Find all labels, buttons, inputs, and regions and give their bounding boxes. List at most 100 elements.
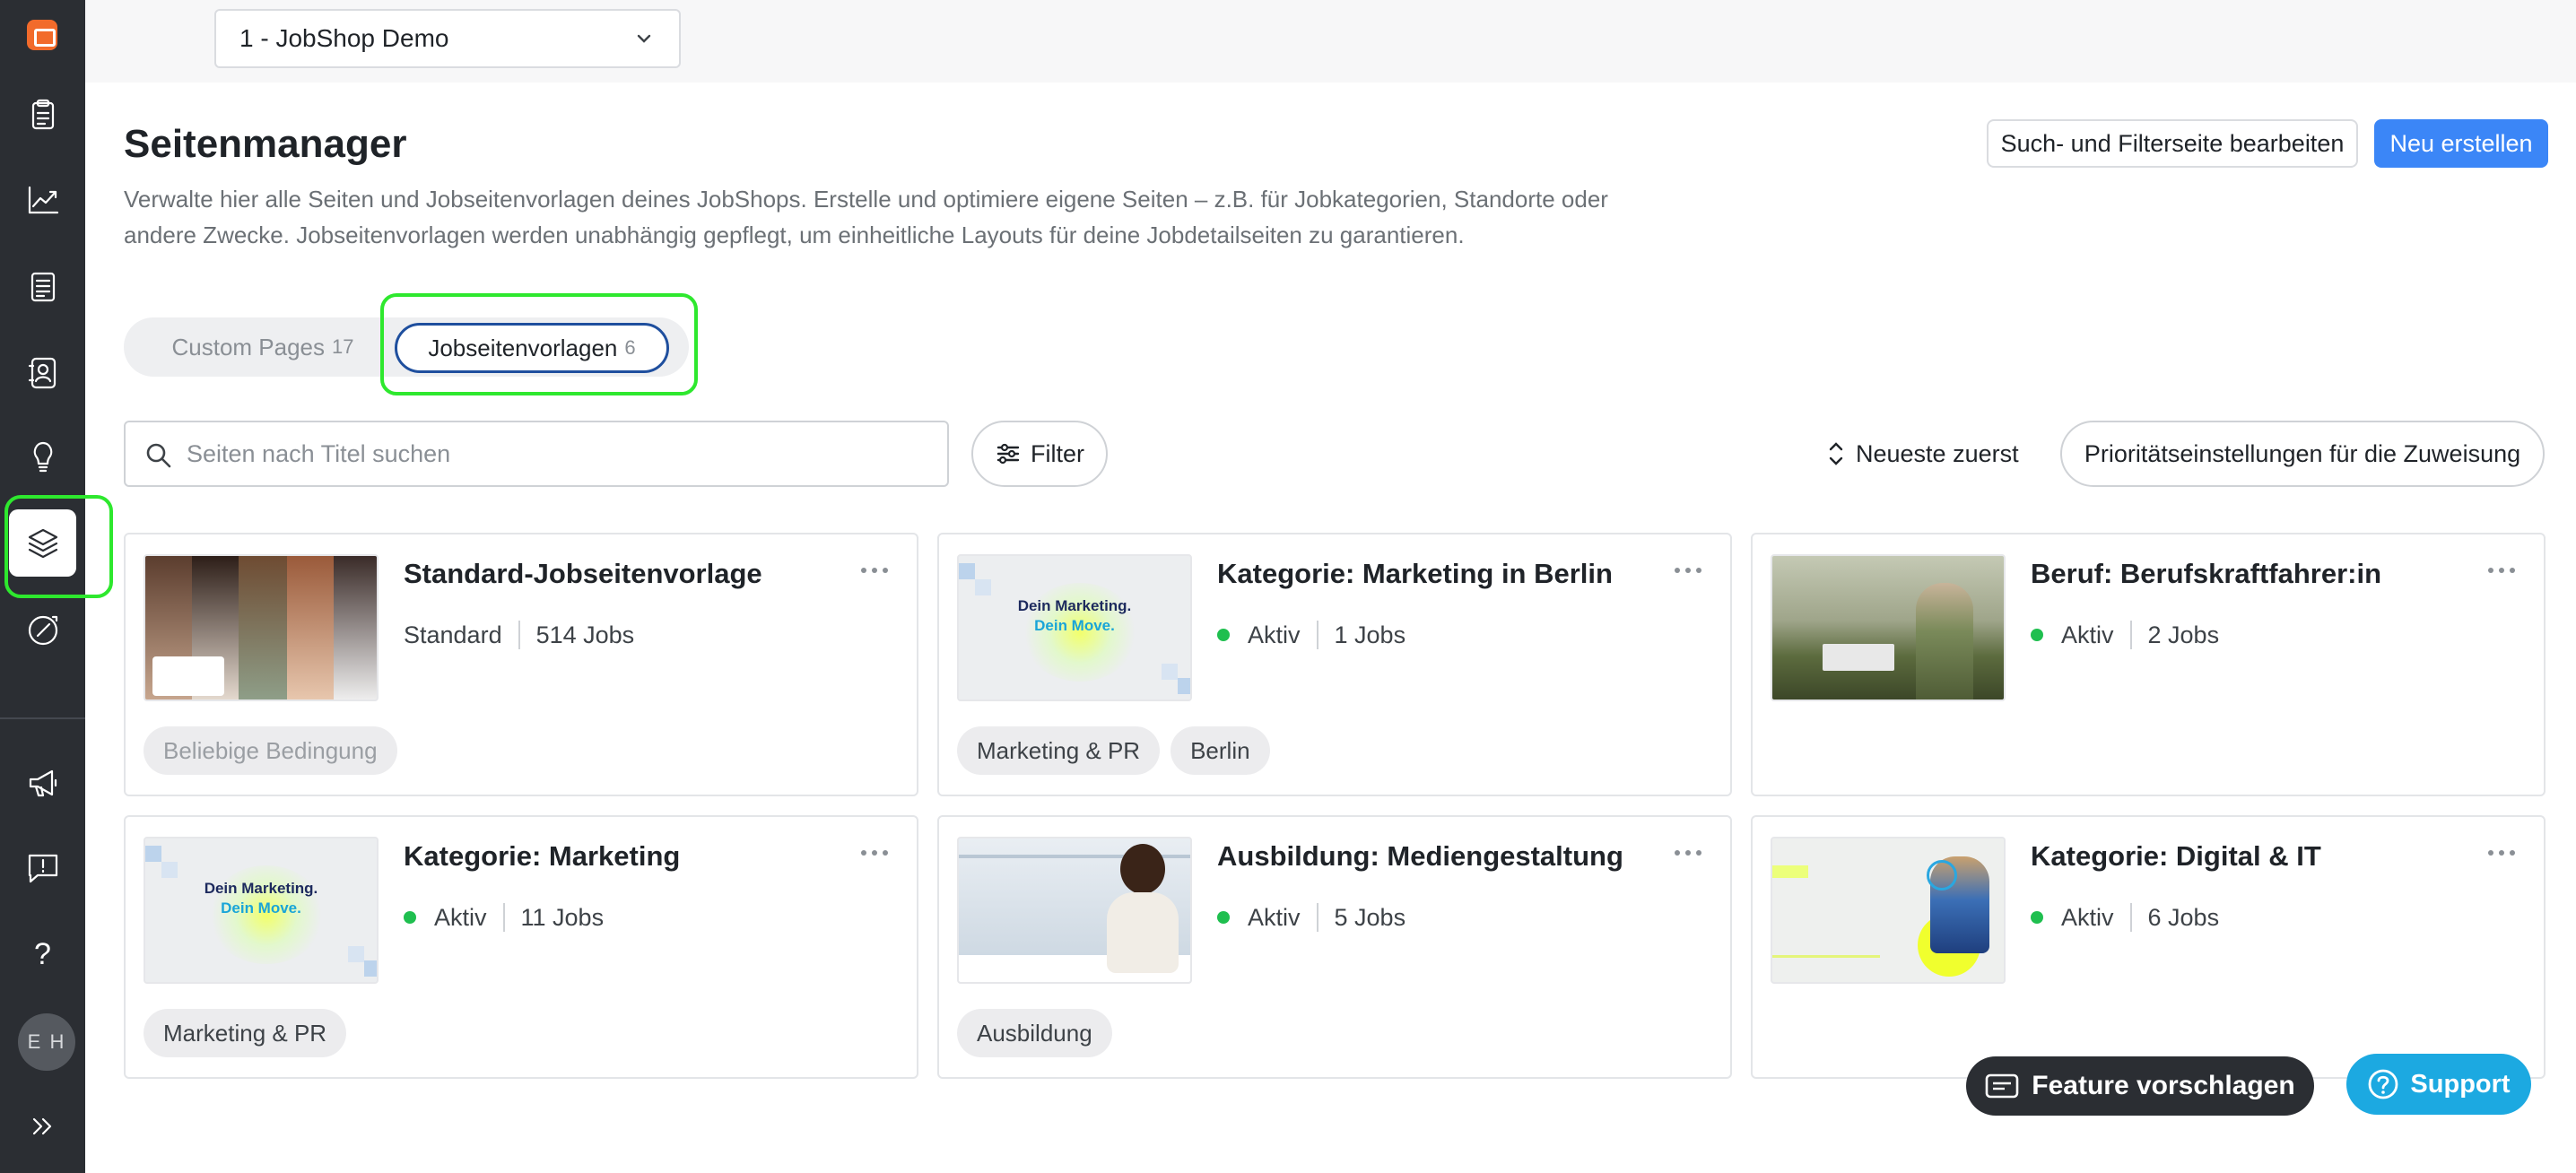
card-jobs-count: 5 Jobs (1334, 903, 1406, 931)
template-card[interactable]: Kategorie: Digital & IT Aktiv 6 Jobs (1751, 815, 2546, 1079)
active-status-dot (404, 911, 416, 924)
tab-jobseitenvorlagen[interactable]: Jobseitenvorlagen 6 (395, 323, 669, 373)
category-chip: Marketing & PR (144, 1009, 347, 1057)
condition-chip: Beliebige Bedingung (144, 726, 397, 775)
page-description: Verwalte hier alle Seiten und Jobseitenv… (124, 186, 1608, 248)
card-title: Kategorie: Marketing in Berlin (1217, 558, 1613, 589)
card-chips: Ausbildung (957, 1009, 1112, 1057)
card-meta: Aktiv 1 Jobs (1217, 621, 1405, 649)
filter-button[interactable]: Filter (971, 421, 1108, 487)
tab-count: 6 (624, 336, 636, 359)
card-status: Aktiv (434, 903, 487, 931)
divider (518, 621, 520, 649)
banner-subline: Dein Move. (221, 899, 301, 917)
location-chip: Berlin (1171, 726, 1270, 775)
category-chip: Ausbildung (957, 1009, 1112, 1057)
contacts-icon[interactable] (9, 339, 76, 406)
feature-suggest-label: Feature vorschlagen (2032, 1071, 2295, 1100)
marketing-banner-thumbnail: Dein Marketing. Dein Move. (144, 837, 379, 984)
message-card-icon (1985, 1073, 2019, 1099)
divider (2129, 621, 2132, 649)
help-icon[interactable]: ? (9, 921, 76, 988)
more-options-icon[interactable] (1675, 844, 1710, 862)
card-status: Aktiv (1248, 621, 1301, 648)
category-chip: Marketing & PR (957, 726, 1161, 775)
app-logo[interactable] (27, 20, 57, 50)
card-status: Aktiv (2061, 903, 2114, 931)
template-card[interactable]: Dein Marketing. Dein Move. Kategorie: Ma… (124, 815, 918, 1079)
document-icon[interactable] (9, 253, 76, 320)
more-options-icon[interactable] (861, 561, 897, 579)
card-meta: Aktiv 2 Jobs (2031, 621, 2219, 649)
user-avatar[interactable]: E H (18, 1013, 75, 1071)
card-meta: Aktiv 6 Jobs (2031, 903, 2219, 932)
card-meta: Aktiv 5 Jobs (1217, 903, 1405, 932)
edit-search-page-button[interactable]: Such- und Filterseite bearbeiten (1987, 119, 2358, 168)
analytics-icon[interactable] (9, 166, 76, 233)
digital-it-thumbnail (1771, 837, 2006, 984)
megaphone-icon[interactable] (9, 749, 76, 816)
card-jobs-count: 6 Jobs (2147, 903, 2220, 931)
tab-label: Jobseitenvorlagen (428, 334, 618, 361)
card-title: Kategorie: Marketing (404, 840, 681, 872)
marketing-banner-thumbnail: Dein Marketing. Dein Move. (957, 554, 1192, 701)
template-card[interactable]: Dein Marketing. Dein Move. Kategorie: Ma… (937, 533, 1732, 796)
card-meta: Standard 514 Jobs (404, 621, 634, 649)
expand-sidebar-icon[interactable] (9, 1092, 76, 1160)
template-card[interactable]: Beruf: Berufskraftfahrer:in Aktiv 2 Jobs (1751, 533, 2546, 796)
tab-label: Custom Pages (171, 333, 326, 361)
divider (2129, 903, 2132, 932)
page-tabs: Custom Pages 17 Jobseitenvorlagen 6 (124, 317, 689, 377)
main-content: Seitenmanager Verwalte hier alle Seiten … (85, 83, 2576, 1173)
support-label: Support (2410, 1069, 2511, 1099)
more-options-icon[interactable] (1675, 561, 1710, 579)
template-card[interactable]: Ausbildung: Mediengestaltung Aktiv 5 Job… (937, 815, 1732, 1079)
priority-settings-button[interactable]: Prioritätseinstellungen für die Zuweisun… (2060, 421, 2545, 487)
search-placeholder: Seiten nach Titel suchen (187, 439, 451, 467)
sidebar: ? E H (0, 0, 85, 1173)
card-title: Ausbildung: Mediengestaltung (1217, 840, 1623, 872)
truck-driver-thumbnail (1771, 554, 2006, 701)
filter-label: Filter (1031, 439, 1084, 467)
card-jobs-count: 1 Jobs (1334, 621, 1406, 648)
divider (1316, 621, 1318, 649)
page-title: Seitenmanager (124, 122, 407, 166)
layers-icon[interactable] (9, 509, 76, 577)
card-jobs-count: 2 Jobs (2147, 621, 2220, 648)
card-status: Standard (404, 621, 502, 648)
banner-subline: Dein Move. (1034, 617, 1115, 634)
people-collage-thumbnail (144, 554, 379, 701)
sort-updown-icon (1829, 442, 1843, 465)
card-jobs-count: 11 Jobs (520, 903, 605, 931)
card-jobs-count: 514 Jobs (535, 621, 635, 648)
template-card[interactable]: Standard-Jobseitenvorlage Standard 514 J… (124, 533, 918, 796)
lightbulb-icon[interactable] (9, 421, 76, 489)
card-chips: Marketing & PR Berlin (957, 726, 1270, 775)
top-bar: 1 - JobShop Demo (85, 0, 2576, 83)
more-options-icon[interactable] (2488, 561, 2524, 579)
active-status-dot (2031, 911, 2043, 924)
card-title: Standard-Jobseitenvorlage (404, 558, 762, 589)
card-chips: Beliebige Bedingung (144, 726, 397, 775)
card-chips: Marketing & PR (144, 1009, 347, 1057)
feedback-icon[interactable] (9, 834, 76, 901)
sort-dropdown[interactable]: Neueste zuerst (1825, 434, 2019, 474)
search-icon (146, 443, 171, 468)
card-title: Beruf: Berufskraftfahrer:in (2031, 558, 2382, 589)
tab-custom-pages[interactable]: Custom Pages 17 (133, 317, 393, 377)
active-status-dot (1217, 629, 1230, 641)
tab-count: 17 (332, 335, 354, 358)
divider (502, 903, 505, 932)
shop-selector-label: 1 - JobShop Demo (239, 24, 449, 52)
support-button[interactable]: Support (2346, 1054, 2531, 1115)
card-status: Aktiv (1248, 903, 1301, 931)
more-options-icon[interactable] (2488, 844, 2524, 862)
feature-suggest-button[interactable]: Feature vorschlagen (1966, 1056, 2314, 1116)
more-options-icon[interactable] (861, 844, 897, 862)
card-meta: Aktiv 11 Jobs (404, 903, 604, 932)
clipboard-icon[interactable] (9, 81, 76, 148)
compass-icon[interactable] (9, 596, 76, 664)
search-input[interactable]: Seiten nach Titel suchen (124, 421, 949, 487)
shop-selector[interactable]: 1 - JobShop Demo (214, 9, 681, 68)
create-new-button[interactable]: Neu erstellen (2374, 119, 2548, 168)
